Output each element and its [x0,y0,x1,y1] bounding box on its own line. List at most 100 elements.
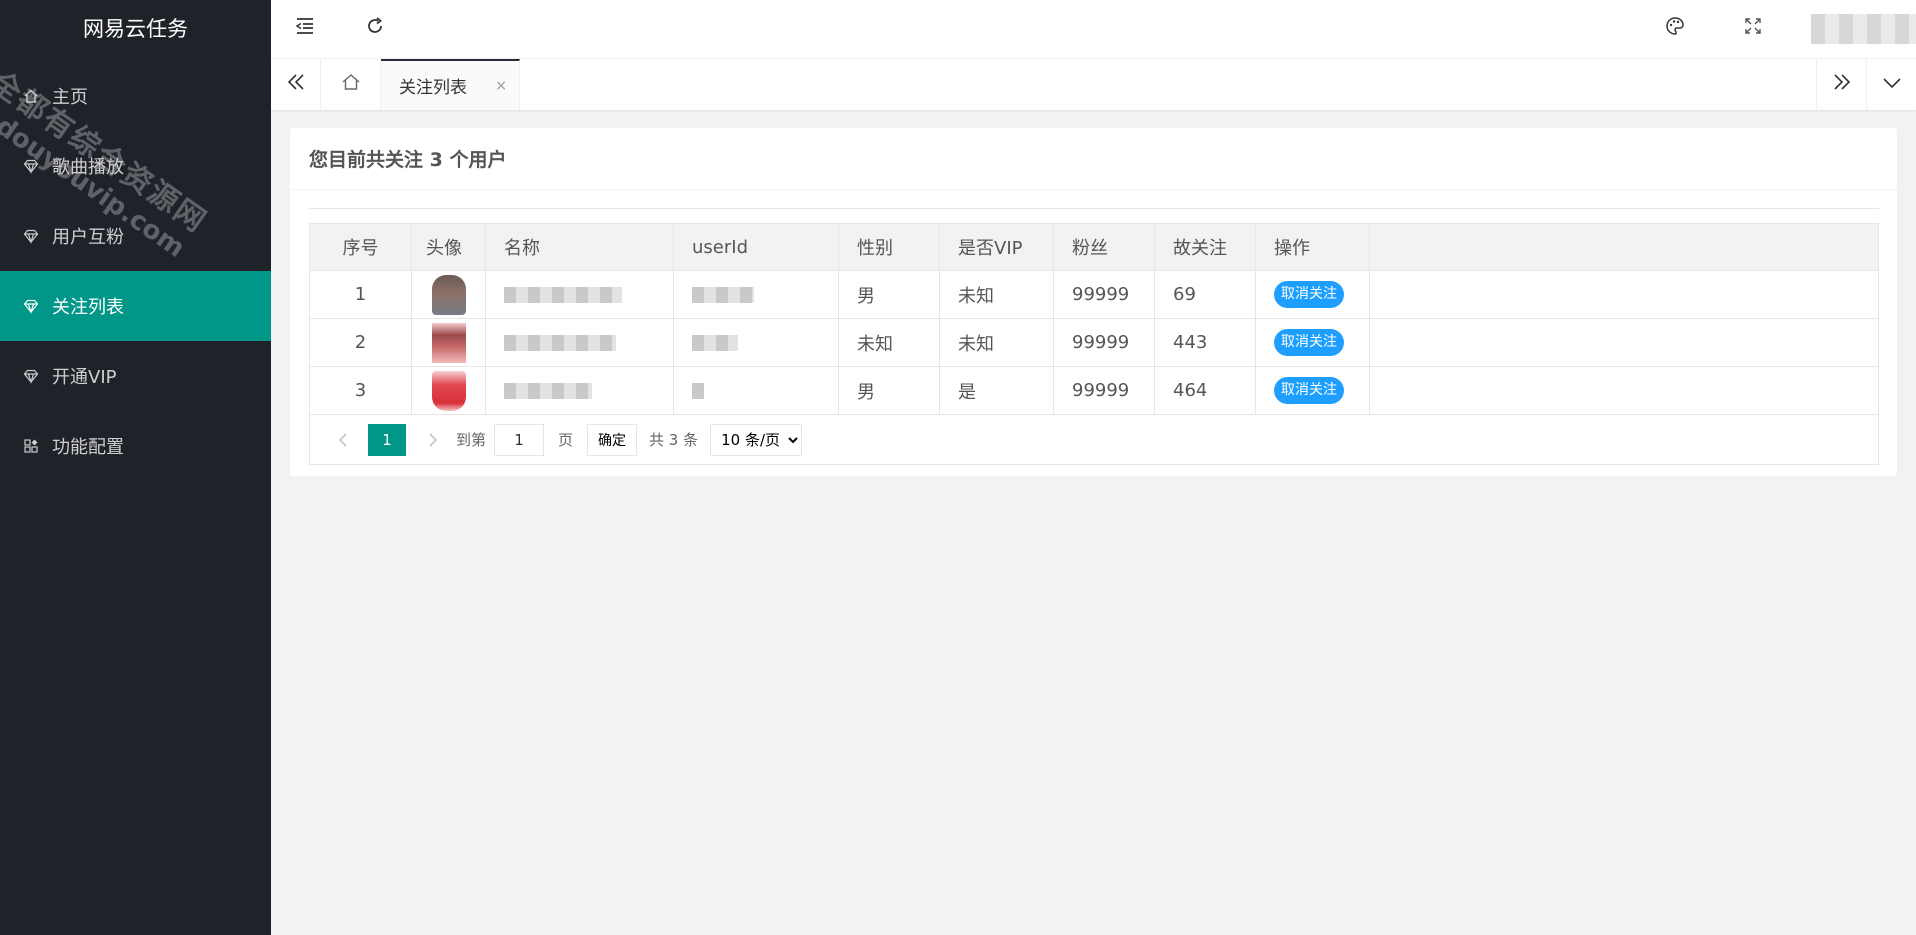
cell-name [485,366,674,415]
tab-scroll-left-button[interactable] [271,59,321,110]
cell-follows: 443 [1154,318,1256,367]
double-chevron-left-icon [286,73,306,96]
sidebar-item-home[interactable]: 主页 [0,61,271,131]
cell-avatar [411,318,486,367]
cell-filler [1369,270,1879,319]
page-unit-label: 页 [558,431,574,449]
cell-vip: 是 [939,366,1054,415]
pagination: 1 到第 页 确定 共 3 条 10 条/页 [309,414,1879,465]
fullscreen-button[interactable] [1725,0,1781,56]
goto-confirm-button[interactable]: 确定 [587,423,638,456]
sidebar-item-follow-list[interactable]: 关注列表 [0,271,271,341]
chevron-down-icon [1882,75,1902,95]
cell-vip: 未知 [939,318,1054,367]
cell-action: 取消关注 [1255,270,1370,319]
tab-follow-list[interactable]: 关注列表 × [381,59,520,110]
col-header-vip: 是否VIP [939,223,1054,271]
page-size-select[interactable]: 10 条/页 [710,423,803,456]
next-page-button[interactable] [418,424,448,456]
follow-table: 序号 头像 名称 userId 性别 是否VIP 粉丝 故关注 操作 1 男 未… [309,223,1879,415]
cell-fans: 99999 [1053,270,1155,319]
sidebar-item-label: 用户互粉 [52,227,124,248]
table-row: 2 未知 未知 99999 443 取消关注 [309,318,1879,367]
diamond-icon [20,155,42,177]
unfollow-button[interactable]: 取消关注 [1274,377,1344,404]
app-title: 网易云任务 [83,17,188,41]
cell-follows: 69 [1154,270,1256,319]
sidebar-item-label: 关注列表 [52,297,124,318]
cell-vip: 未知 [939,270,1054,319]
col-header-avatar: 头像 [411,223,486,271]
total-count: 共 3 条 [649,431,699,449]
prev-page-button[interactable] [328,424,358,456]
goto-page-input[interactable] [494,423,545,456]
card-title: 您目前共关注 3 个用户 [290,128,1897,190]
diamond-icon [20,365,42,387]
apps-icon [20,435,42,457]
refresh-button[interactable] [347,0,403,56]
chevron-left-icon [339,433,347,446]
refresh-icon [365,16,385,41]
sidebar-item-label: 功能配置 [52,437,124,458]
sidebar-item-settings[interactable]: 功能配置 [0,411,271,481]
sidebar: 网易云任务 主页 歌曲播放 用户互粉 关注列表 开通VIP 功能配置 全都有综合… [0,0,271,935]
fullscreen-icon [1744,17,1762,40]
sidebar-item-mutual-follow[interactable]: 用户互粉 [0,201,271,271]
cell-gender: 未知 [838,318,940,367]
cell-userid [673,270,839,319]
redacted-userid [692,335,738,351]
home-icon [20,85,42,107]
tab-close-icon[interactable]: × [495,78,507,94]
menu-collapse-icon [295,17,315,40]
cell-avatar [411,270,486,319]
unfollow-button[interactable]: 取消关注 [1274,329,1344,356]
sidebar-item-label: 开通VIP [52,367,117,388]
cell-userid [673,318,839,367]
cell-index: 2 [309,318,412,367]
redacted-name [504,287,622,303]
page-current[interactable]: 1 [368,423,406,456]
sidebar-nav: 主页 歌曲播放 用户互粉 关注列表 开通VIP 功能配置 [0,61,271,481]
avatar[interactable] [431,322,466,363]
col-header-gender: 性别 [838,223,940,271]
menu-collapse-button[interactable] [277,0,333,56]
redacted-userid [692,287,754,303]
col-header-userid: userId [673,223,839,271]
cell-action: 取消关注 [1255,318,1370,367]
col-header-action: 操作 [1255,223,1370,271]
diamond-icon [20,295,42,317]
unfollow-button[interactable]: 取消关注 [1274,281,1344,308]
goto-label: 到第 [456,431,487,449]
theme-button[interactable] [1647,0,1703,56]
tab-home-button[interactable] [321,59,381,110]
redacted-name [504,383,592,399]
sidebar-item-song-play[interactable]: 歌曲播放 [0,131,271,201]
table-row: 1 男 未知 99999 69 取消关注 [309,270,1879,319]
user-avatar-area[interactable] [1811,14,1916,44]
col-header-index: 序号 [309,223,412,271]
divider [309,208,1879,209]
sidebar-item-vip[interactable]: 开通VIP [0,341,271,411]
cell-name [485,270,674,319]
table-row: 3 男 是 99999 464 取消关注 [309,366,1879,415]
avatar[interactable] [431,274,466,315]
redacted-userid [692,383,704,399]
cell-filler [1369,366,1879,415]
tab-scroll-right-button[interactable] [1816,59,1866,110]
redacted-name [504,335,616,351]
col-header-fans: 粉丝 [1053,223,1155,271]
diamond-icon [20,225,42,247]
tab-menu-button[interactable] [1866,59,1916,110]
avatar[interactable] [431,370,466,411]
chevron-right-icon [429,433,437,446]
cell-index: 3 [309,366,412,415]
sidebar-item-label: 主页 [52,87,88,108]
cell-follows: 464 [1154,366,1256,415]
cell-index: 1 [309,270,412,319]
table-header-row: 序号 头像 名称 userId 性别 是否VIP 粉丝 故关注 操作 [309,223,1879,271]
theme-palette-icon [1665,16,1685,41]
top-header [271,0,1916,59]
sidebar-item-label: 歌曲播放 [52,157,124,178]
cell-action: 取消关注 [1255,366,1370,415]
cell-fans: 99999 [1053,318,1155,367]
